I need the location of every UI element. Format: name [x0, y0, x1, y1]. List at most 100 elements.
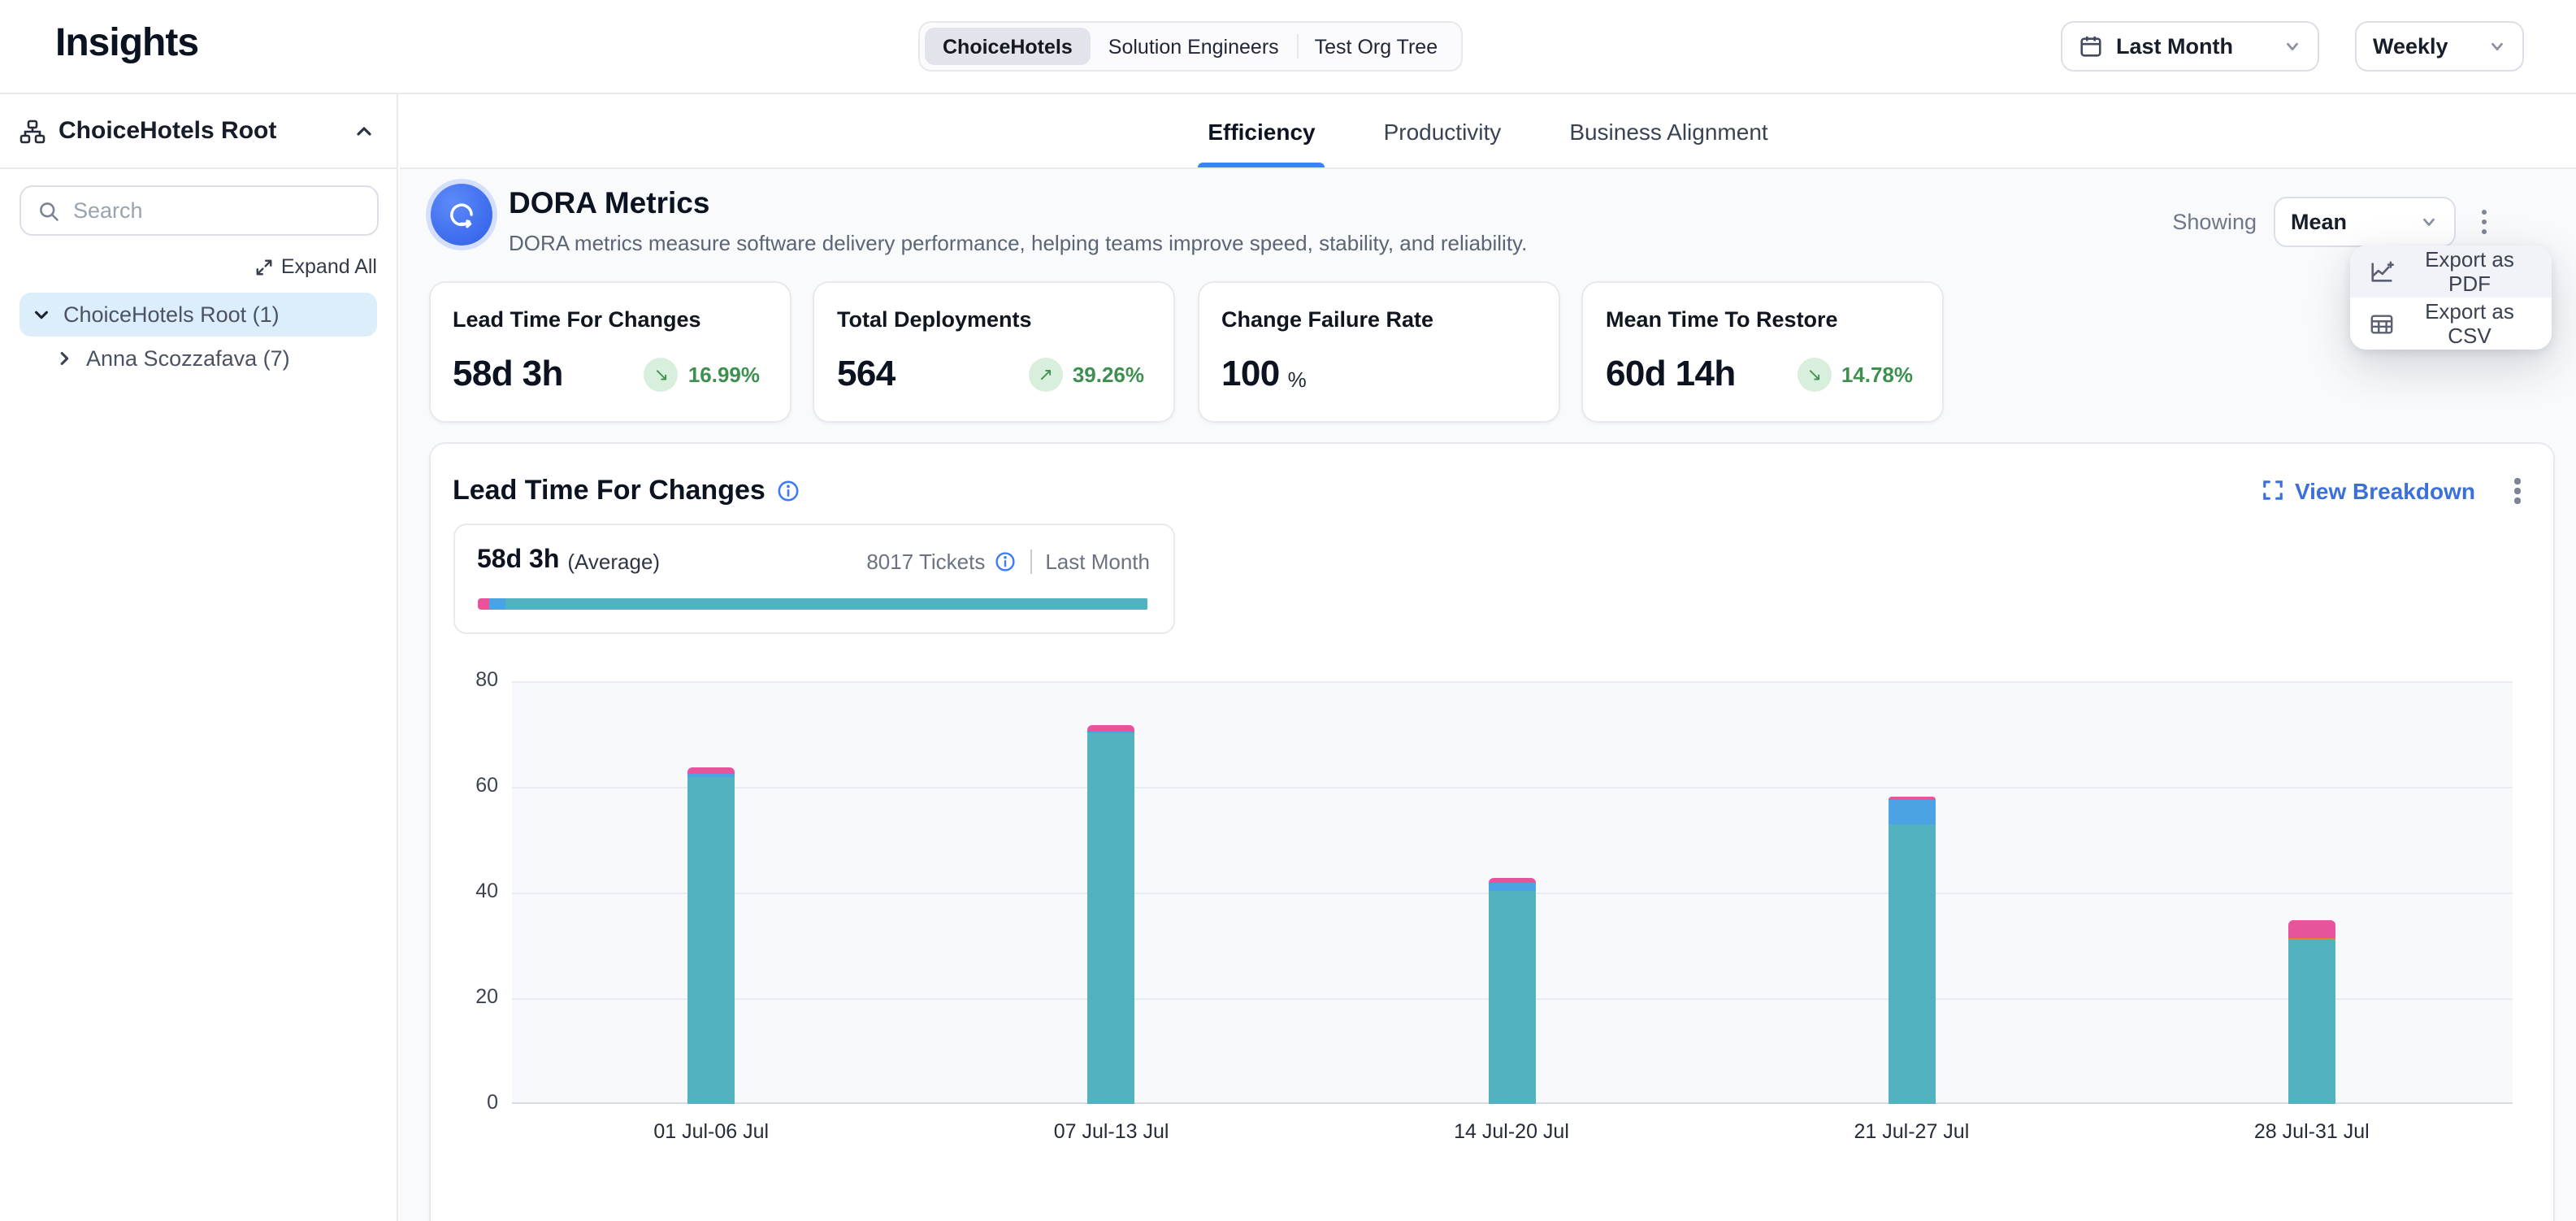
bar-segment-planning — [687, 767, 735, 774]
top-header: Insights ChoiceHotels Solution Engineers… — [0, 0, 2576, 94]
y-axis-tick: 20 — [443, 985, 498, 1008]
bar-28 Jul-31 Jul — [2288, 919, 2335, 1104]
export-csv-item[interactable]: Export as CSV — [2350, 298, 2552, 350]
expand-all-button[interactable]: Expand All — [255, 255, 377, 278]
bar-07 Jul-13 Jul — [1088, 725, 1135, 1104]
tree-item-choicehotels-root[interactable]: ChoiceHotels Root (1) — [20, 293, 377, 337]
gridline — [511, 787, 2512, 789]
chevron-down-icon — [2488, 37, 2506, 55]
x-axis-label: 14 Jul-20 Jul — [1398, 1120, 1625, 1143]
granularity-select[interactable]: Weekly — [2355, 21, 2524, 72]
search-input[interactable] — [73, 198, 361, 223]
export-pdf-item[interactable]: Export as PDF — [2350, 246, 2552, 298]
lead-time-chart-card: Lead Time For Changes View Breakdown — [428, 442, 2554, 1221]
expand-corners-icon — [2262, 480, 2283, 502]
sidebar-collapse-button[interactable] — [351, 118, 377, 144]
org-tab-solution-engineers[interactable]: Solution Engineers — [1091, 28, 1297, 65]
info-icon[interactable] — [777, 480, 800, 502]
bar-segment-review — [1488, 884, 1535, 892]
trend-badge: ↗ 39.26% — [1029, 357, 1144, 391]
trend-delta: 14.78% — [1841, 362, 1913, 386]
card-title: Total Deployments — [837, 307, 1151, 332]
tab-productivity[interactable]: Productivity — [1374, 94, 1511, 167]
org-tab-test-org-tree[interactable]: Test Org Tree — [1297, 28, 1455, 65]
expand-diagonal-icon — [255, 258, 273, 276]
phase-segment-planning — [477, 598, 489, 610]
card-value: 100 — [1221, 353, 1280, 395]
y-axis-tick: 0 — [443, 1091, 498, 1114]
summary-period: Last Month — [1030, 549, 1150, 573]
expand-all-label: Expand All — [281, 255, 377, 278]
y-axis-tick: 80 — [443, 668, 498, 691]
dora-cycle-icon — [431, 184, 492, 246]
calendar-icon — [2079, 34, 2103, 59]
tree-item-anna-scozzafava[interactable]: Anna Scozzafava (7) — [20, 337, 377, 380]
card-value: 564 — [837, 353, 896, 395]
average-value: 58d 3h — [477, 546, 559, 576]
dora-more-options-button[interactable] — [2471, 203, 2496, 241]
efficiency-content: DORA Metrics DORA metrics measure softwa… — [400, 169, 2576, 1221]
date-range-value: Last Month — [2116, 34, 2233, 59]
card-change-failure-rate: Change Failure Rate 100 % — [1197, 281, 1559, 423]
chart-more-options-button[interactable] — [2504, 471, 2530, 510]
table-icon — [2370, 311, 2394, 336]
average-qualifier: (Average) — [567, 549, 660, 573]
trend-badge: ↘ 14.78% — [1798, 357, 1913, 391]
metric-cards-row: Lead Time For Changes 58d 3h ↘ 16.99% To… — [428, 281, 1944, 423]
card-lead-time-for-changes: Lead Time For Changes 58d 3h ↘ 16.99% — [428, 281, 791, 423]
tab-efficiency[interactable]: Efficiency — [1198, 94, 1325, 167]
bar-21 Jul-27 Jul — [1888, 797, 1935, 1104]
org-tree-sidebar: ChoiceHotels Root Expand All — [0, 94, 398, 1221]
bar-segment-deployment — [2288, 940, 2335, 1104]
bar-segment-deployment — [1488, 892, 1535, 1104]
chevron-down-icon — [2283, 37, 2301, 55]
bar-segment-planning — [1488, 877, 1535, 884]
org-tab-choicehotels[interactable]: ChoiceHotels — [925, 28, 1091, 65]
trend-badge: ↘ 16.99% — [644, 357, 760, 391]
lead-time-bar-chart: 02040608001 Jul-06 Jul07 Jul-13 Jul14 Ju… — [511, 681, 2512, 1104]
bar-segment-review — [1888, 801, 1935, 824]
page-title: Insights — [55, 21, 198, 67]
export-csv-label: Export as CSV — [2407, 299, 2532, 348]
x-axis-label: 28 Jul-31 Jul — [2198, 1120, 2426, 1143]
sidebar-header: ChoiceHotels Root — [0, 94, 397, 169]
aggregation-select[interactable]: Mean — [2273, 197, 2455, 247]
aggregation-value: Mean — [2291, 210, 2347, 234]
sidebar-root-label: ChoiceHotels Root — [59, 117, 338, 145]
bar-segment-planning — [2288, 919, 2335, 938]
gridline — [511, 681, 2512, 683]
y-axis-tick: 40 — [443, 880, 498, 902]
bar-segment-deployment — [687, 776, 735, 1104]
dora-title: DORA Metrics — [509, 185, 1527, 221]
chart-title: Lead Time For Changes — [453, 475, 765, 507]
info-icon[interactable] — [995, 550, 1016, 571]
x-axis-label: 07 Jul-13 Jul — [998, 1120, 1225, 1143]
chevron-down-icon — [33, 306, 50, 324]
section-tabs: Efficiency Productivity Business Alignme… — [400, 94, 2576, 169]
tree-item-label: ChoiceHotels Root (1) — [63, 302, 280, 327]
trend-delta: 16.99% — [688, 362, 760, 386]
trend-delta: 39.26% — [1073, 362, 1144, 386]
dora-metrics-header: DORA Metrics DORA metrics measure softwa… — [431, 184, 1527, 255]
tree-item-label: Anna Scozzafava (7) — [86, 346, 290, 371]
tab-business-alignment[interactable]: Business Alignment — [1559, 94, 1777, 167]
y-axis-tick: 60 — [443, 774, 498, 797]
view-breakdown-button[interactable]: View Breakdown — [2262, 478, 2475, 504]
export-menu: Export as PDF Export as CSV — [2350, 246, 2552, 350]
search-icon — [37, 199, 60, 222]
card-value: 58d 3h — [453, 353, 563, 395]
card-value: 60d 14h — [1606, 353, 1736, 395]
main-area: Efficiency Productivity Business Alignme… — [400, 94, 2576, 1221]
chart-export-icon — [2370, 259, 2394, 284]
org-switcher: ChoiceHotels Solution Engineers Test Org… — [918, 21, 1462, 72]
trend-down-icon: ↘ — [644, 357, 679, 391]
showing-controls: Showing Mean — [2172, 197, 2496, 247]
bar-segment-planning — [1088, 725, 1135, 731]
phase-segment-review — [489, 598, 506, 610]
granularity-value: Weekly — [2373, 34, 2448, 59]
average-summary-card: 58d 3h (Average) 8017 Tickets Last Month — [453, 524, 1174, 634]
phase-segment-deployment — [505, 598, 1147, 610]
org-tree: ChoiceHotels Root (1) Anna Scozzafava (7… — [20, 293, 377, 380]
tickets-count: 8017 Tickets — [866, 549, 985, 573]
date-range-select[interactable]: Last Month — [2061, 21, 2319, 72]
